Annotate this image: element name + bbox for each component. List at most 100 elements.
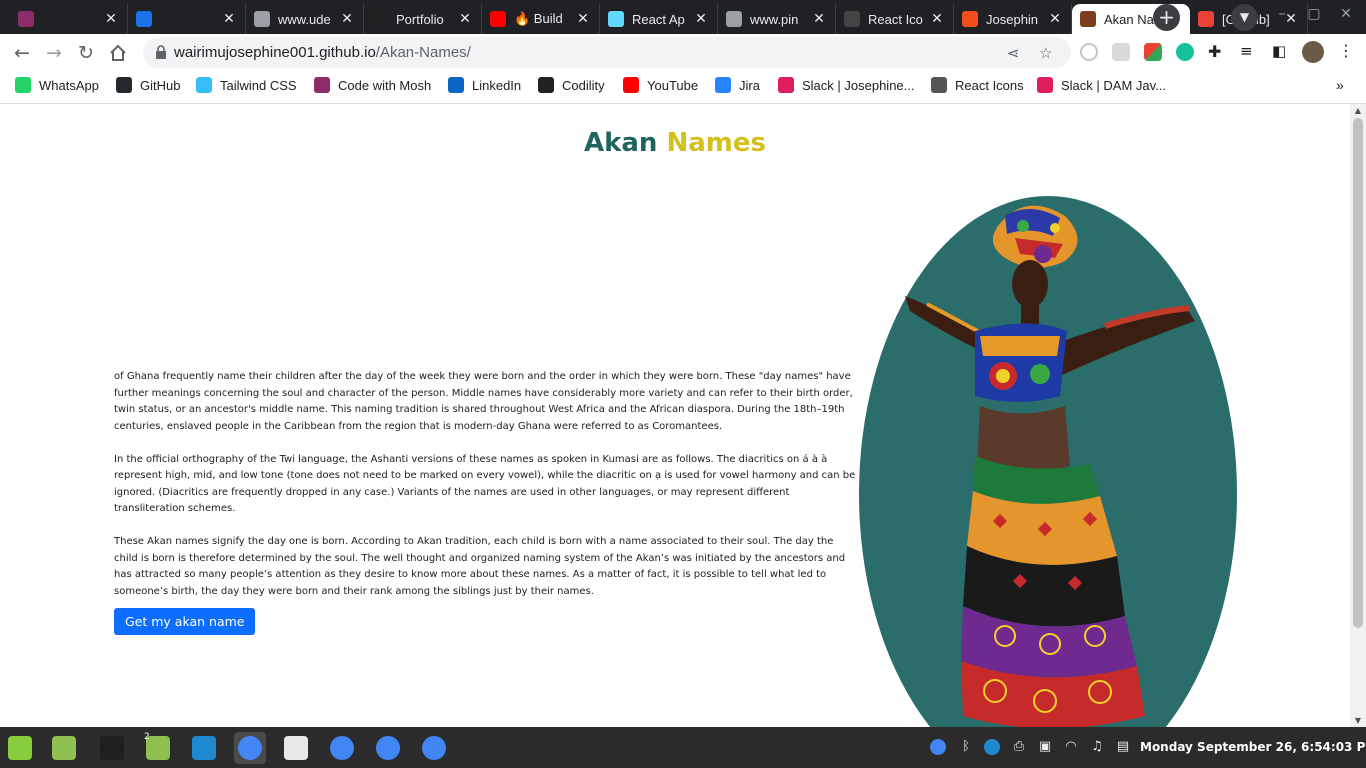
calendar-icon[interactable]: [280, 732, 312, 764]
printer-icon[interactable]: ⎙: [1011, 739, 1027, 755]
extension-clock-icon[interactable]: [1080, 43, 1098, 61]
bookmark-label: Codility: [562, 77, 605, 93]
close-tab-icon[interactable]: ✕: [575, 11, 591, 27]
tab-title: www.ude: [278, 11, 331, 27]
more-bookmarks-icon[interactable]: »: [1336, 77, 1344, 93]
scroll-up-icon[interactable]: ▲: [1350, 106, 1366, 115]
address-bar[interactable]: wairimujosephine001.github.io/Akan-Names…: [143, 37, 1071, 68]
lock-icon[interactable]: [153, 44, 169, 60]
browser-tab[interactable]: ✕: [128, 4, 246, 34]
clipboard-icon[interactable]: ▤: [1115, 739, 1131, 755]
minimize-icon[interactable]: –: [1272, 6, 1292, 22]
close-tab-icon[interactable]: ✕: [693, 11, 709, 27]
profile-avatar[interactable]: [1302, 41, 1324, 63]
page-title: Akan Names: [0, 128, 1350, 158]
tab-search-button[interactable]: ▼: [1231, 4, 1258, 31]
close-tab-icon[interactable]: ✕: [339, 11, 355, 27]
browser-tab[interactable]: www.pin ✕: [718, 4, 836, 34]
terminal-icon[interactable]: [96, 732, 128, 764]
sound-icon[interactable]: ♫: [1089, 739, 1105, 755]
chrome-tray-icon[interactable]: [930, 739, 946, 755]
close-window-icon[interactable]: ✕: [1336, 6, 1356, 22]
url-text[interactable]: wairimujosephine001.github.io/Akan-Names…: [174, 44, 471, 61]
dancer-icon: [1080, 11, 1096, 27]
close-tab-icon[interactable]: ✕: [929, 11, 945, 27]
forward-icon[interactable]: →: [41, 40, 67, 66]
bookmark-item[interactable]: Code with Mosh: [314, 77, 431, 93]
back-icon[interactable]: ←: [9, 40, 35, 66]
close-tab-icon[interactable]: ✕: [1047, 11, 1063, 27]
tab-title: React Ap: [632, 11, 685, 27]
extensions-puzzle-icon[interactable]: ✚: [1208, 42, 1221, 61]
page-scrollbar[interactable]: ▲ ▼: [1350, 104, 1366, 727]
window-count-badge: 2: [144, 732, 150, 742]
close-tab-icon[interactable]: ✕: [811, 11, 827, 27]
bookmark-item[interactable]: Tailwind CSS: [196, 77, 297, 93]
close-tab-icon[interactable]: ✕: [221, 11, 237, 27]
linkedin-icon: [448, 77, 464, 93]
get-akan-name-button[interactable]: Get my akan name: [114, 608, 256, 635]
bookmark-item[interactable]: Codility: [538, 77, 605, 93]
extension-colorzilla-icon[interactable]: [1144, 43, 1162, 61]
scrollbar-thumb[interactable]: [1353, 118, 1363, 628]
browser-tab[interactable]: React Ap ✕: [600, 4, 718, 34]
bluetooth-icon[interactable]: ᛒ: [958, 739, 974, 755]
new-tab-button[interactable]: +: [1153, 4, 1180, 31]
wifi-icon[interactable]: ◠: [1063, 739, 1079, 755]
bookmark-item[interactable]: GitHub: [116, 77, 180, 93]
teamviewer-icon[interactable]: [984, 739, 1000, 755]
chrome-icon[interactable]: [326, 732, 358, 764]
description-text: of Ghana frequently name their children …: [114, 369, 856, 617]
maximize-icon[interactable]: ▢: [1304, 6, 1324, 22]
menu-kebab-icon[interactable]: ⋮: [1338, 41, 1354, 60]
browser-tab[interactable]: Portfolio ✕: [364, 4, 482, 34]
browser-tab[interactable]: Josephin ✕: [954, 4, 1072, 34]
paragraph-3: These Akan names signify the day one is …: [114, 536, 846, 597]
taskbar-clock[interactable]: Monday September 26, 6:54:03 PM: [1140, 740, 1366, 754]
slack-icon: [1037, 77, 1053, 93]
reload-icon[interactable]: ↻: [73, 40, 99, 66]
paragraph-1: of Ghana frequently name their children …: [114, 371, 853, 432]
linux-mint-menu-icon[interactable]: [4, 732, 36, 764]
chrome-icon[interactable]: [234, 732, 266, 764]
files-icon[interactable]: 2: [142, 732, 174, 764]
browser-tab[interactable]: 🔥 Build ✕: [482, 4, 600, 34]
chrome-icon[interactable]: [372, 732, 404, 764]
vscode-icon[interactable]: [188, 732, 220, 764]
tab-title: Portfolio: [396, 11, 444, 27]
browser-tab[interactable]: React Ico ✕: [836, 4, 954, 34]
side-panel-icon[interactable]: ◧: [1272, 42, 1286, 60]
browser-tab[interactable]: ✕: [10, 4, 128, 34]
chrome-icon[interactable]: [418, 732, 450, 764]
scroll-down-icon[interactable]: ▼: [1350, 716, 1366, 725]
youtube-icon: [490, 11, 506, 27]
akan-woman-illustration: [859, 196, 1237, 727]
bookmark-item[interactable]: WhatsApp: [15, 77, 99, 93]
browser-toolbar: ← → ↻ wairimujosephine001.github.io/Akan…: [0, 34, 1366, 71]
bookmark-item[interactable]: React Icons: [931, 77, 1024, 93]
calendar-icon: [136, 11, 152, 27]
react-icon: [608, 11, 624, 27]
files-icon[interactable]: [48, 732, 80, 764]
update-manager-icon[interactable]: ▣: [1037, 739, 1053, 755]
close-tab-icon[interactable]: ✕: [457, 11, 473, 27]
reading-list-icon[interactable]: ≡: [1240, 42, 1253, 60]
browser-tab[interactable]: www.ude ✕: [246, 4, 364, 34]
bookmark-item[interactable]: Slack | Josephine...: [778, 77, 915, 93]
bookmark-label: LinkedIn: [472, 77, 522, 93]
close-tab-icon[interactable]: ✕: [103, 11, 119, 27]
tab-title: 🔥 Build: [514, 11, 563, 26]
share-icon[interactable]: ⋖: [1007, 44, 1020, 62]
bookmark-star-icon[interactable]: ☆: [1039, 44, 1052, 62]
figma-icon: [962, 11, 978, 27]
bookmark-item[interactable]: LinkedIn: [448, 77, 521, 93]
bookmark-item[interactable]: YouTube: [623, 77, 698, 93]
tab-title: www.pin: [750, 11, 799, 27]
bookmark-item[interactable]: Slack | DAM Jav...: [1037, 77, 1166, 93]
bookmark-item[interactable]: Jira: [715, 77, 760, 93]
bookmarks-bar: WhatsApp GitHub Tailwind CSS Code with Mosh…: [0, 71, 1366, 104]
extension-grid-icon[interactable]: [1112, 43, 1130, 61]
grammarly-icon[interactable]: [1176, 43, 1194, 61]
title-part-names: Names: [666, 128, 767, 158]
home-icon[interactable]: [105, 40, 131, 66]
